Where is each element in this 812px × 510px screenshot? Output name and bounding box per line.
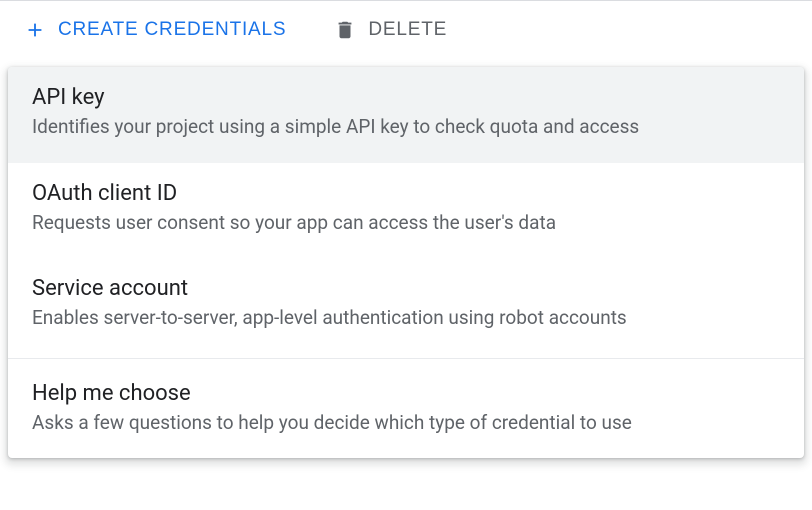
trash-icon: [334, 19, 356, 41]
credentials-dropdown: API key Identifies your project using a …: [8, 67, 804, 458]
menu-item-service-account[interactable]: Service account Enables server-to-server…: [8, 258, 804, 354]
create-credentials-button[interactable]: CREATE CREDENTIALS: [24, 19, 286, 41]
menu-item-description: Identifies your project using a simple A…: [32, 114, 780, 141]
plus-icon: [24, 19, 46, 41]
delete-label: DELETE: [368, 19, 447, 41]
menu-item-description: Enables server-to-server, app-level auth…: [32, 305, 780, 332]
menu-item-oauth-client-id[interactable]: OAuth client ID Requests user consent so…: [8, 163, 804, 259]
menu-item-title: Help me choose: [32, 381, 780, 406]
menu-item-api-key[interactable]: API key Identifies your project using a …: [8, 67, 804, 163]
delete-button[interactable]: DELETE: [334, 19, 447, 41]
menu-item-description: Requests user consent so your app can ac…: [32, 210, 780, 237]
menu-divider: [8, 358, 804, 359]
menu-item-description: Asks a few questions to help you decide …: [32, 410, 780, 437]
menu-item-help-me-choose[interactable]: Help me choose Asks a few questions to h…: [8, 363, 804, 459]
menu-item-title: OAuth client ID: [32, 181, 780, 206]
menu-item-title: API key: [32, 85, 780, 110]
create-credentials-label: CREATE CREDENTIALS: [58, 19, 286, 41]
menu-item-title: Service account: [32, 276, 780, 301]
toolbar: CREATE CREDENTIALS DELETE: [0, 1, 812, 59]
